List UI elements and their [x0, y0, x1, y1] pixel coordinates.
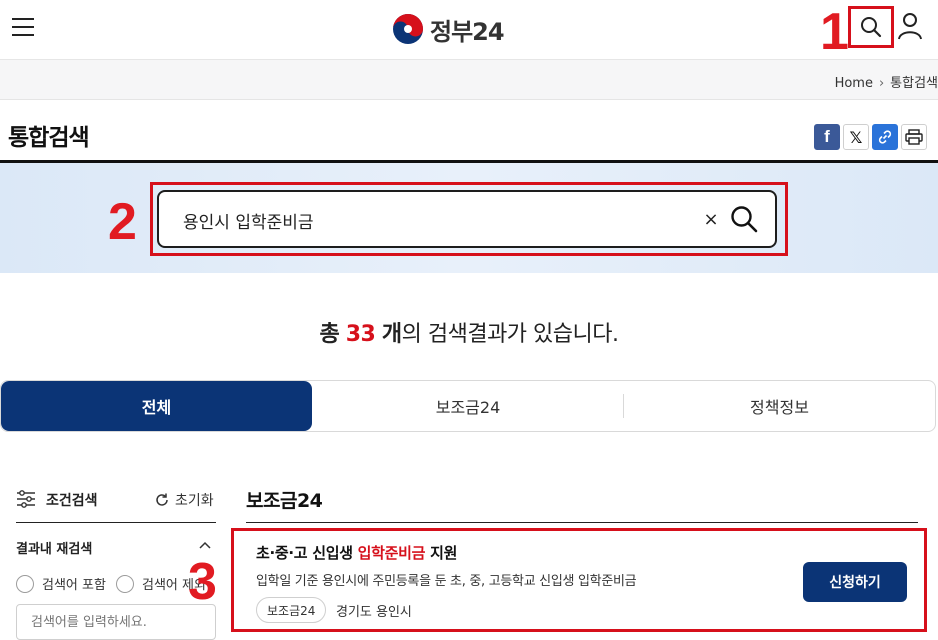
header-search-button[interactable] — [848, 6, 894, 48]
radio-circle[interactable] — [116, 574, 134, 593]
card-title-post: 지원 — [425, 544, 458, 562]
breadcrumb-current: 통합검색 — [890, 76, 938, 91]
taegeuk-logo-icon — [393, 14, 423, 44]
filter-divider — [16, 522, 216, 523]
breadcrumb-bar: Home › 통합검색 — [0, 60, 938, 100]
print-icon — [905, 129, 923, 145]
annotation-marker-3: 3 — [188, 553, 217, 611]
condition-search-header: 조건검색 초기화 — [16, 486, 216, 514]
reset-button[interactable]: 초기화 — [154, 490, 214, 510]
result-card-description: 입학일 기준 용인시에 주민등록을 둔 초, 중, 고등학교 신입생 입학준비금 — [256, 574, 637, 589]
result-tabs: 전체 보조금24 정책정보 — [0, 380, 936, 432]
reset-icon — [156, 493, 168, 506]
chevron-right-icon: › — [878, 76, 885, 91]
result-card-title[interactable]: 초·중·고 신입생 입학준비금 지원 — [256, 542, 457, 563]
condition-search-title: 조건검색 — [46, 493, 98, 509]
site-header: 정부24 — [0, 0, 938, 60]
print-button[interactable] — [901, 124, 927, 150]
search-icon — [861, 17, 882, 38]
x-icon: 𝕏 — [849, 127, 863, 147]
result-card-region: 경기도 용인시 — [336, 605, 412, 620]
facebook-icon: f — [824, 127, 830, 146]
link-copy-button[interactable] — [872, 124, 898, 150]
result-number: 33 — [345, 322, 376, 347]
tab-divider — [623, 394, 624, 418]
card-title-highlight: 입학준비금 — [357, 544, 426, 562]
breadcrumb: Home › 통합검색 — [835, 72, 938, 91]
chevron-up-icon[interactable] — [198, 540, 212, 550]
tab-all[interactable]: 전체 — [1, 381, 312, 431]
result-suffix: 의 검색결과가 있습니다. — [401, 322, 619, 347]
refine-search-title: 결과내 재검색 — [16, 542, 93, 557]
site-logo[interactable]: 정부24 — [392, 12, 505, 46]
result-count: 총 33 개의 검색결과가 있습니다. — [0, 316, 938, 348]
annotation-marker-1: 1 — [820, 3, 849, 61]
filter-sliders-icon — [17, 490, 35, 508]
section-divider — [246, 522, 918, 523]
card-title-pre: 초·중·고 신입생 — [256, 544, 358, 562]
radio-include[interactable]: 검색어 포함 — [16, 574, 106, 593]
logo-text: 정부24 — [430, 17, 505, 46]
user-icon[interactable] — [897, 12, 923, 40]
result-prefix: 총 — [319, 322, 340, 347]
result-unit: 개 — [381, 322, 402, 347]
radio-include-label: 검색어 포함 — [42, 578, 106, 593]
annotation-marker-2: 2 — [108, 193, 137, 251]
apply-button[interactable]: 신청하기 — [803, 562, 907, 602]
refine-search-input[interactable] — [16, 604, 216, 640]
clear-icon[interactable]: × — [699, 207, 723, 231]
tab-subsidy24[interactable]: 보조금24 — [312, 381, 624, 431]
search-field: × — [157, 190, 777, 248]
reset-label: 초기화 — [175, 493, 214, 509]
tab-policy-info[interactable]: 정책정보 — [624, 381, 935, 431]
radio-circle[interactable] — [16, 574, 34, 593]
facebook-share-button[interactable]: f — [814, 124, 840, 150]
search-input[interactable] — [183, 207, 663, 233]
breadcrumb-home[interactable]: Home — [835, 76, 873, 91]
link-icon — [878, 130, 892, 144]
result-card-tag: 보조금24 — [256, 597, 327, 623]
search-submit-icon[interactable] — [729, 204, 759, 234]
x-share-button[interactable]: 𝕏 — [843, 124, 869, 150]
hamburger-menu-icon[interactable] — [12, 18, 36, 40]
page-title: 통합검색 — [8, 125, 90, 151]
section-title: 보조금24 — [246, 490, 323, 512]
